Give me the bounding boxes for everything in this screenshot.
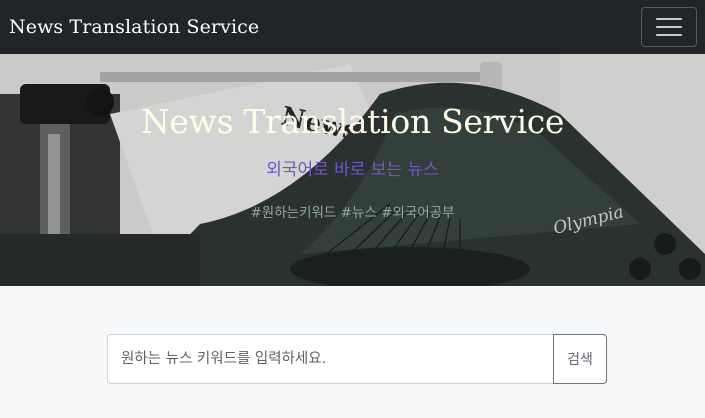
hero-hashtags: #원하는키워드 #뉴스 #외국어공부 (250, 205, 455, 221)
hero-subtitle: 외국어로 바로 보는 뉴스 (266, 160, 439, 180)
navbar-toggler-button[interactable] (641, 7, 697, 47)
hero-banner: News Olympia News Translation Service 외국… (0, 54, 705, 286)
top-navbar: News Translation Service (0, 0, 705, 54)
hamburger-menu-icon-bar (656, 26, 682, 28)
hero-title: News Translation Service (140, 102, 565, 141)
search-input[interactable] (107, 334, 553, 384)
search-button[interactable]: 검색 (553, 334, 607, 384)
hamburger-menu-icon (656, 18, 682, 20)
search-input-group: 검색 (107, 334, 607, 384)
search-section: 검색 (0, 286, 705, 418)
hamburger-menu-icon-bar (656, 34, 682, 36)
navbar-brand[interactable]: News Translation Service (9, 16, 259, 38)
